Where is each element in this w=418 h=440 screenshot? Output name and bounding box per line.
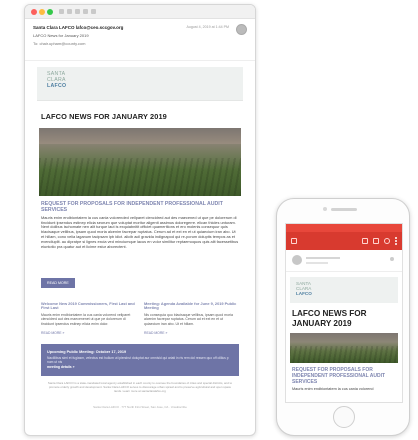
phone-screen: SANTA CLARA LAFCO LAFCO NEWS FOR JANUARY…	[285, 223, 403, 403]
status-bar	[286, 224, 402, 232]
message-header: Santa Clara LAFCO lafco@ceo.sccgov.org L…	[25, 19, 255, 61]
logo-text: LAFCO	[47, 82, 67, 89]
logo-banner: SANTA CLARA LAFCO	[37, 67, 243, 101]
mail-icon[interactable]	[384, 238, 390, 244]
upcoming-title: Upcoming Public Meeting: October 17, 201…	[47, 350, 127, 355]
hero-sky	[39, 128, 241, 144]
column-text: Nis consequia quo blacisaque vellibus, i…	[144, 313, 233, 326]
rfp-headline[interactable]: REQUEST FOR PROPOSALS FOR INDEPENDENT PR…	[292, 367, 396, 385]
read-more-button[interactable]: READ MORE	[41, 277, 75, 288]
newsletter-title: LAFCO NEWS FOR JANUARY 2019	[292, 309, 367, 328]
delete-icon[interactable]	[373, 238, 379, 244]
phone-camera	[323, 207, 327, 211]
sender-avatar	[292, 255, 302, 265]
home-button[interactable]	[333, 406, 355, 428]
hero-image	[39, 128, 241, 196]
read-more-link[interactable]: READ MORE »	[144, 331, 239, 335]
message-meta	[286, 250, 402, 272]
upcoming-text: Nacillibus simi et fugiasm, velectus est…	[47, 356, 229, 365]
back-icon[interactable]	[291, 238, 297, 244]
toolbar-icon[interactable]	[83, 9, 88, 14]
rfp-headline[interactable]: REQUEST FOR PROPOSALS FOR INDEPENDENT PR…	[41, 201, 239, 214]
hero-image	[290, 333, 398, 364]
zoom-window-button[interactable]	[47, 9, 53, 15]
desktop-email-window: Santa Clara LAFCO lafco@ceo.sccgov.org L…	[24, 4, 256, 436]
logo-text: LAFCO	[296, 291, 312, 297]
subject-line: LAFCO News for January 2019	[33, 33, 89, 38]
toolbar-icon[interactable]	[91, 9, 96, 14]
star-icon[interactable]	[390, 257, 394, 261]
mail-app-bar	[286, 232, 402, 250]
news-column: Meeting: Agenda Available for June 9, 20…	[144, 301, 239, 335]
message-date: August 4, 2019 at 1:44 PM	[186, 25, 229, 29]
newsletter-body: SANTA CLARA LAFCO LAFCO NEWS FOR JANUARY…	[37, 67, 243, 411]
meeting-details-link[interactable]: meeting details »	[47, 365, 233, 369]
newsletter-title: LAFCO NEWS FOR JANUARY 2019	[41, 112, 167, 121]
logo-banner: SANTA CLARA LAFCO	[290, 277, 398, 303]
toolbar	[59, 9, 96, 14]
recipient-line: To: chair.upham@county.com	[33, 41, 86, 46]
column-headline[interactable]: Welcome New 2019 Commissioners, First La…	[41, 301, 136, 312]
window-titlebar	[25, 5, 255, 19]
column-headline[interactable]: Meeting: Agenda Available for June 9, 20…	[144, 301, 239, 312]
hero-field-rows	[290, 346, 398, 364]
sender-avatar	[236, 24, 247, 35]
toolbar-icon[interactable]	[67, 9, 72, 14]
phone-speaker	[331, 208, 357, 211]
mobile-phone-frame: SANTA CLARA LAFCO LAFCO NEWS FOR JANUARY…	[276, 198, 410, 436]
recipient-placeholder	[306, 262, 328, 264]
upcoming-meeting-box: Upcoming Public Meeting: October 17, 201…	[41, 344, 239, 377]
archive-icon[interactable]	[362, 238, 368, 244]
footer-address: Santa Clara LAFCO · 777 North First Stre…	[93, 405, 187, 410]
rfp-body-text: Mauris enim endbiontatem la cus cania vo…	[292, 387, 374, 392]
more-options-icon[interactable]	[395, 237, 397, 245]
news-column: Welcome New 2019 Commissioners, First La…	[41, 301, 136, 335]
toolbar-icon[interactable]	[59, 9, 64, 14]
toolbar-icon[interactable]	[75, 9, 80, 14]
hero-field-rows	[39, 158, 241, 196]
sender-placeholder	[306, 257, 340, 259]
two-column-news: Welcome New 2019 Commissioners, First La…	[41, 301, 239, 335]
close-window-button[interactable]	[31, 9, 37, 15]
rfp-body-text: Mauris enim endbiontatem la cus cania vo…	[41, 215, 239, 250]
read-more-link[interactable]: READ MORE »	[41, 331, 136, 335]
footer-text: Santa Clara LAFCO is a state-mandated lo…	[47, 382, 233, 393]
column-text: Mauris enim endbiontatem la cus cania vo…	[41, 313, 131, 326]
minimize-window-button[interactable]	[39, 9, 45, 15]
